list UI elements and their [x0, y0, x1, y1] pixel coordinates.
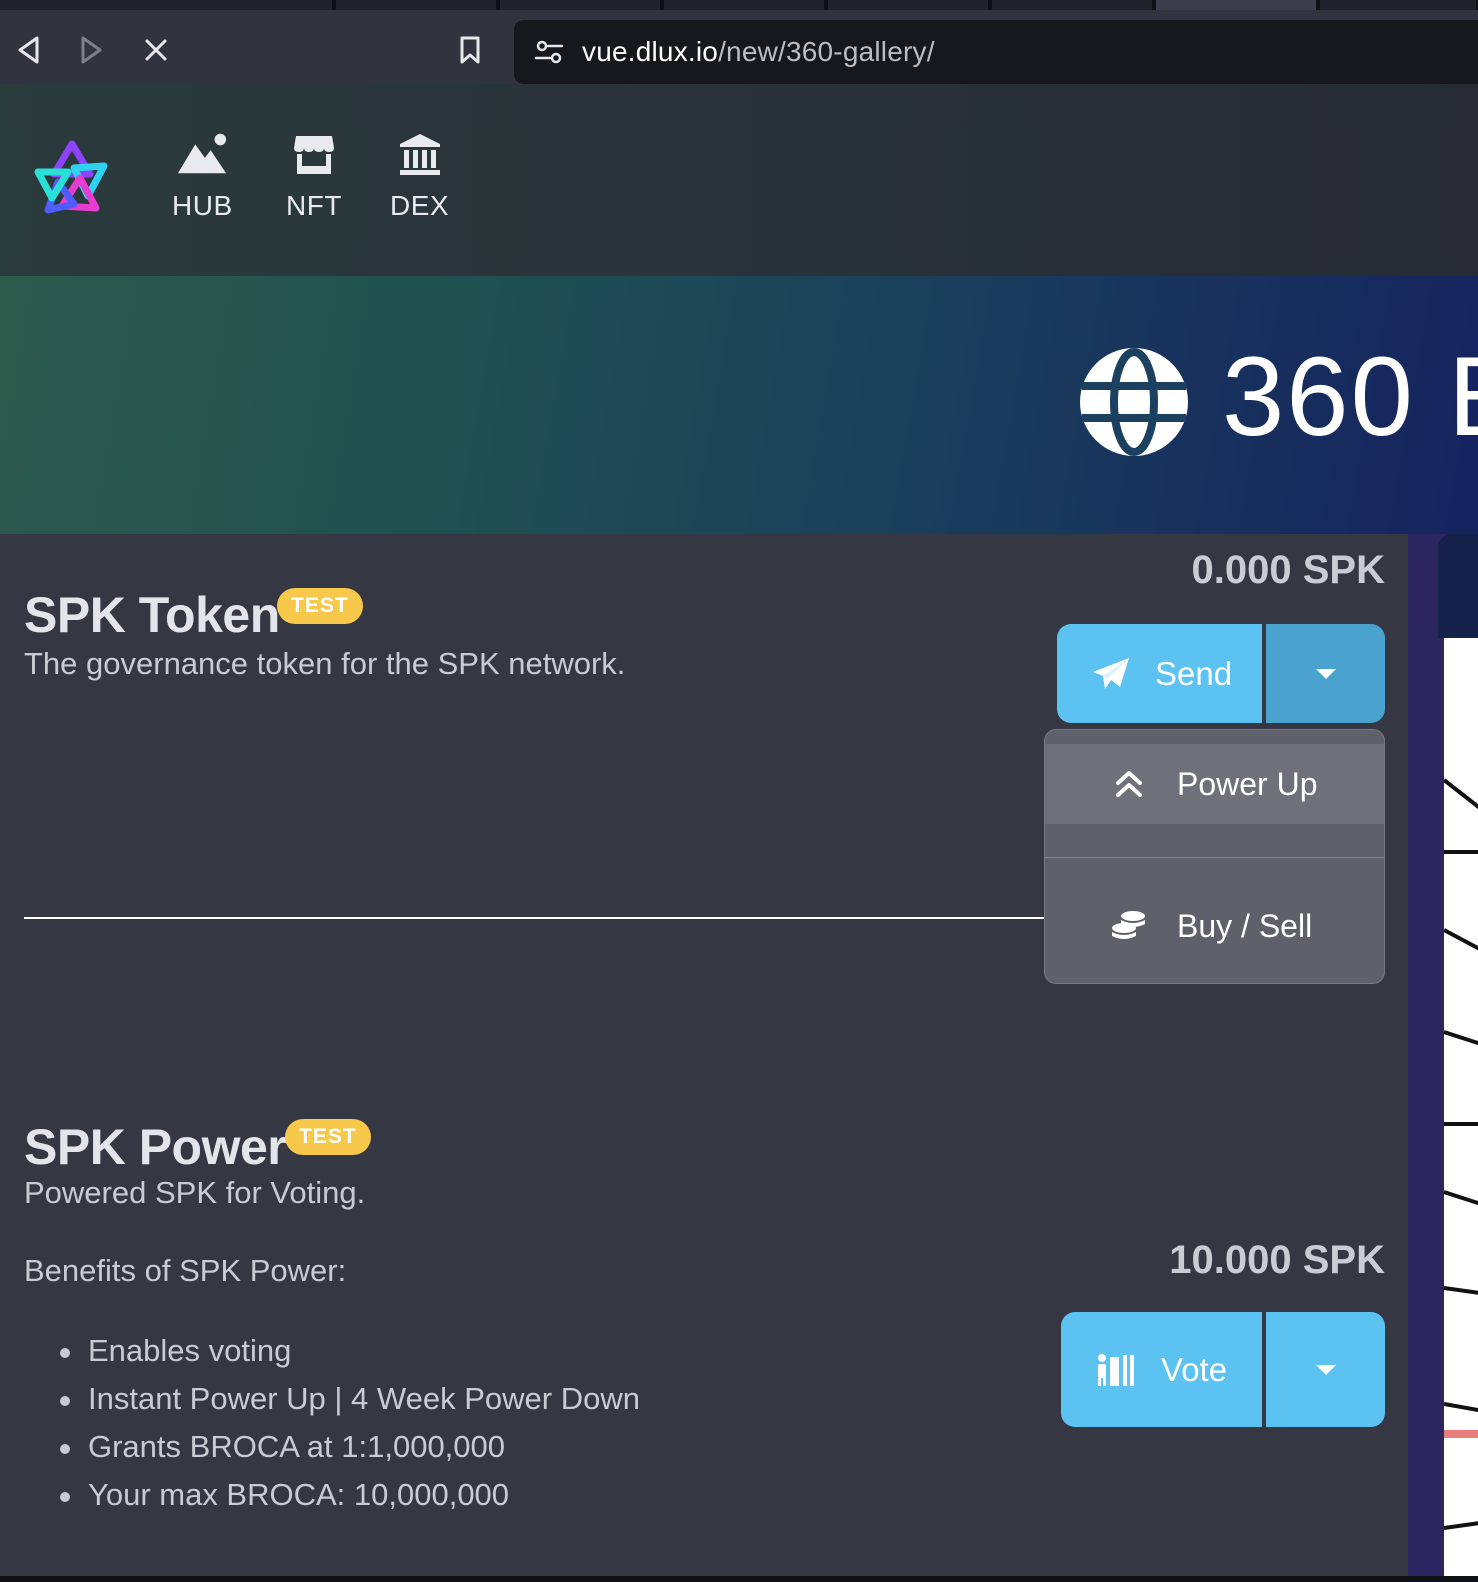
browser-toolbar: vue.dlux.io/new/360-gallery/	[0, 10, 1478, 84]
back-button[interactable]	[8, 30, 48, 70]
bottom-edge	[0, 1576, 1478, 1582]
nav-label-hub: HUB	[172, 190, 233, 221]
vote-icon	[1093, 1348, 1137, 1392]
menu-item-power-up[interactable]: Power Up	[1045, 744, 1384, 824]
benefits-title: Benefits of SPK Power:	[24, 1253, 347, 1288]
spk-token-test-badge: TEST	[277, 588, 363, 624]
caret-down-icon	[1315, 1364, 1336, 1375]
list-item: Instant Power Up | 4 Week Power Down	[60, 1375, 640, 1423]
double-chevron-up-icon	[1109, 764, 1149, 804]
browser-tab-strip	[0, 0, 1478, 10]
spk-power-test-badge: TEST	[285, 1119, 371, 1155]
browser-tab[interactable]	[500, 0, 662, 10]
bank-icon	[394, 128, 446, 180]
dlux-logo[interactable]	[30, 138, 114, 222]
store-icon	[288, 128, 340, 180]
forward-button[interactable]	[72, 30, 112, 70]
preview-line	[1444, 1286, 1478, 1297]
send-button-label: Send	[1155, 654, 1233, 692]
nav-item-dex[interactable]: DEX	[390, 128, 449, 222]
benefits-list: Enables voting Instant Power Up | 4 Week…	[60, 1327, 640, 1519]
nav-label-nft: NFT	[286, 190, 342, 221]
send-dropdown-menu: Power Up Buy / Sell	[1044, 729, 1385, 984]
preview-highlight	[1444, 1430, 1478, 1438]
preview-line	[1444, 1122, 1478, 1126]
preview-canvas	[1444, 638, 1478, 1576]
address-bar[interactable]: vue.dlux.io/new/360-gallery/	[514, 20, 1478, 84]
preview-line	[1444, 1519, 1478, 1530]
mountain-photo-icon	[176, 128, 228, 180]
preview-header	[1438, 534, 1478, 638]
back-arrow-icon	[18, 36, 39, 64]
browser-tab[interactable]	[336, 0, 498, 10]
spk-token-title: SPK Token	[24, 587, 280, 643]
coins-icon	[1109, 906, 1149, 946]
spk-power-description: Powered SPK for Voting.	[24, 1175, 366, 1210]
close-icon	[145, 39, 167, 61]
menu-item-buy-sell[interactable]: Buy / Sell	[1045, 890, 1384, 962]
browser-tab[interactable]	[664, 0, 826, 10]
url-text[interactable]: vue.dlux.io/new/360-gallery/	[582, 36, 935, 68]
hero-banner: 360 E	[0, 276, 1478, 534]
bookmark-button[interactable]	[450, 30, 490, 70]
nav-item-nft[interactable]: NFT	[286, 128, 342, 222]
nav-item-hub[interactable]: HUB	[172, 128, 233, 222]
browser-tab[interactable]	[992, 0, 1154, 10]
vote-button[interactable]: Vote	[1061, 1312, 1262, 1427]
url-host: vue.dlux.io	[582, 36, 719, 67]
preview-line	[1444, 1402, 1478, 1415]
browser-tab[interactable]	[828, 0, 990, 10]
url-path: /new/360-gallery/	[718, 36, 935, 67]
menu-separator	[1045, 857, 1384, 858]
preview-line	[1444, 1030, 1478, 1050]
preview-line	[1444, 850, 1478, 854]
preview-line	[1444, 1190, 1478, 1210]
vote-dropdown-toggle[interactable]	[1266, 1312, 1385, 1427]
vote-button-label: Vote	[1161, 1350, 1228, 1388]
caret-down-icon	[1315, 668, 1336, 679]
spk-token-balance: 0.000 SPK	[1191, 548, 1385, 592]
spk-power-title: SPK Power	[24, 1119, 287, 1175]
site-navbar: HUB NFT DEX	[0, 84, 1478, 276]
menu-item-power-up-label: Power Up	[1177, 765, 1318, 802]
spk-power-balance: 10.000 SPK	[1169, 1238, 1385, 1282]
list-item: Enables voting	[60, 1327, 640, 1375]
stop-loading-button[interactable]	[136, 30, 176, 70]
globe-icon	[1078, 346, 1190, 458]
list-item: Grants BROCA at 1:1,000,000	[60, 1423, 640, 1471]
browser-tab[interactable]	[0, 0, 334, 10]
preview-line	[1444, 928, 1478, 956]
site-settings-icon[interactable]	[532, 35, 566, 69]
side-preview-panel	[1408, 534, 1478, 1576]
browser-tab-active[interactable]	[1156, 0, 1318, 10]
list-item: Your max BROCA: 10,000,000	[60, 1471, 640, 1519]
page-title: 360 E	[1222, 334, 1478, 459]
spk-token-description: The governance token for the SPK network…	[24, 646, 626, 681]
menu-item-buy-sell-label: Buy / Sell	[1177, 907, 1313, 944]
forward-arrow-icon	[81, 36, 102, 64]
browser-tab[interactable]	[1320, 0, 1478, 10]
send-button[interactable]: Send	[1057, 624, 1262, 723]
send-dropdown-toggle[interactable]	[1266, 624, 1385, 723]
bookmark-icon	[460, 36, 480, 64]
paper-plane-icon	[1089, 652, 1133, 696]
nav-label-dex: DEX	[390, 190, 450, 221]
preview-line	[1444, 778, 1478, 813]
